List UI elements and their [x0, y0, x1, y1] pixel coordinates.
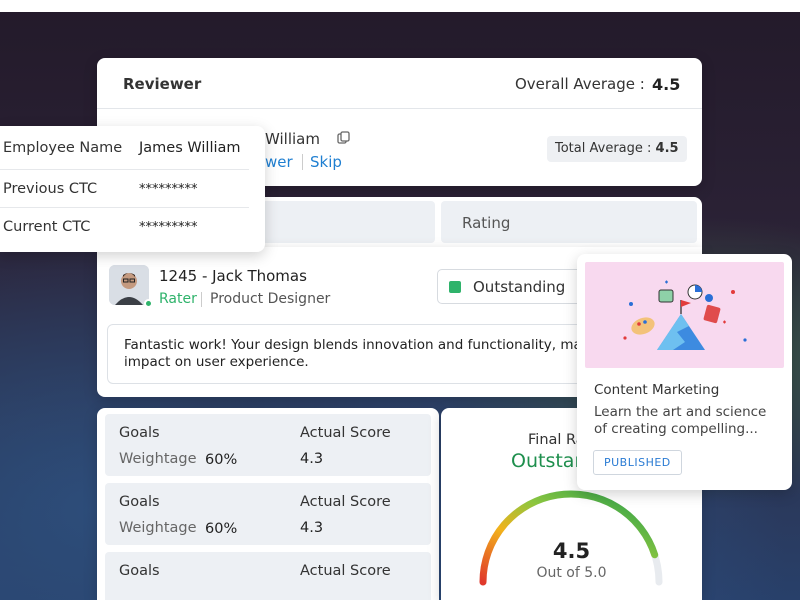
goal-label: Goals [119, 494, 160, 510]
gauge-score: 4.5 [552, 539, 591, 563]
score-label: Actual Score [300, 494, 391, 510]
weightage-label: Weightage [119, 520, 197, 536]
final-rating-value: Outstan [511, 450, 587, 472]
overall-average-value: 4.5 [652, 75, 681, 94]
previous-ctc-label: Previous CTC [3, 181, 98, 197]
employee-name-label: Employee Name [3, 140, 123, 156]
role-separator [201, 292, 202, 307]
rating-header: Rating [462, 214, 511, 232]
gauge-out-of: Out of 5.0 [536, 565, 607, 581]
published-badge: PUBLISHED [593, 450, 682, 475]
goal-row: Goals Weightage 60% Actual Score 4.3 [105, 483, 431, 545]
view-link[interactable]: wer [265, 153, 293, 171]
goal-row: Goals Weightage 60% Actual Score 4.3 [105, 414, 431, 476]
course-title: Content Marketing [594, 382, 720, 398]
score-value: 4.3 [300, 451, 324, 467]
weightage-value: 60% [205, 521, 238, 537]
top-strip [0, 0, 800, 12]
current-ctc-row: Current CTC ********* [0, 208, 249, 248]
goal-label: Goals [119, 563, 160, 579]
rater-id-name: 1245 - Jack Thomas [159, 267, 307, 285]
rating-value: Outstanding [473, 278, 566, 296]
total-average-label: Total Average : [555, 141, 652, 156]
employee-name-partial: William [265, 130, 320, 148]
link-separator [302, 154, 303, 170]
reviewer-title: Reviewer [123, 75, 202, 93]
employee-name-value: James William [139, 140, 241, 156]
rater-designation: Product Designer [210, 291, 331, 307]
weightage-label: Weightage [119, 451, 197, 467]
avatar [109, 265, 149, 305]
overall-average-label: Overall Average : [515, 75, 645, 93]
score-label: Actual Score [300, 563, 391, 579]
course-illustration [585, 262, 784, 368]
copy-icon[interactable] [337, 130, 351, 144]
score-value: 4.3 [300, 520, 324, 536]
status-square-icon [449, 281, 461, 293]
rater-role-tag: Rater [159, 291, 197, 307]
goal-row: Goals Actual Score [105, 552, 431, 600]
header-cell-left [262, 201, 435, 243]
current-ctc-label: Current CTC [3, 219, 91, 235]
total-average-value: 4.5 [655, 141, 679, 156]
goals-panel: Goals Weightage 60% Actual Score 4.3 Goa… [97, 408, 439, 600]
weightage-value: 60% [205, 452, 238, 468]
divider [97, 108, 702, 109]
course-description: Learn the art and science of creating co… [594, 404, 767, 437]
current-ctc-value: ********* [139, 220, 198, 235]
employee-info-popup: Employee Name James William Previous CTC… [0, 126, 265, 252]
previous-ctc-value: ********* [139, 182, 198, 197]
employee-row: Employee Name James William [0, 126, 249, 170]
skip-link[interactable]: Skip [310, 153, 342, 171]
online-status-icon [144, 299, 153, 308]
course-card[interactable]: Content Marketing Learn the art and scie… [577, 254, 792, 490]
score-label: Actual Score [300, 425, 391, 441]
previous-ctc-row: Previous CTC ********* [0, 170, 249, 208]
total-average-badge: Total Average : 4.5 [547, 136, 687, 162]
goal-label: Goals [119, 425, 160, 441]
